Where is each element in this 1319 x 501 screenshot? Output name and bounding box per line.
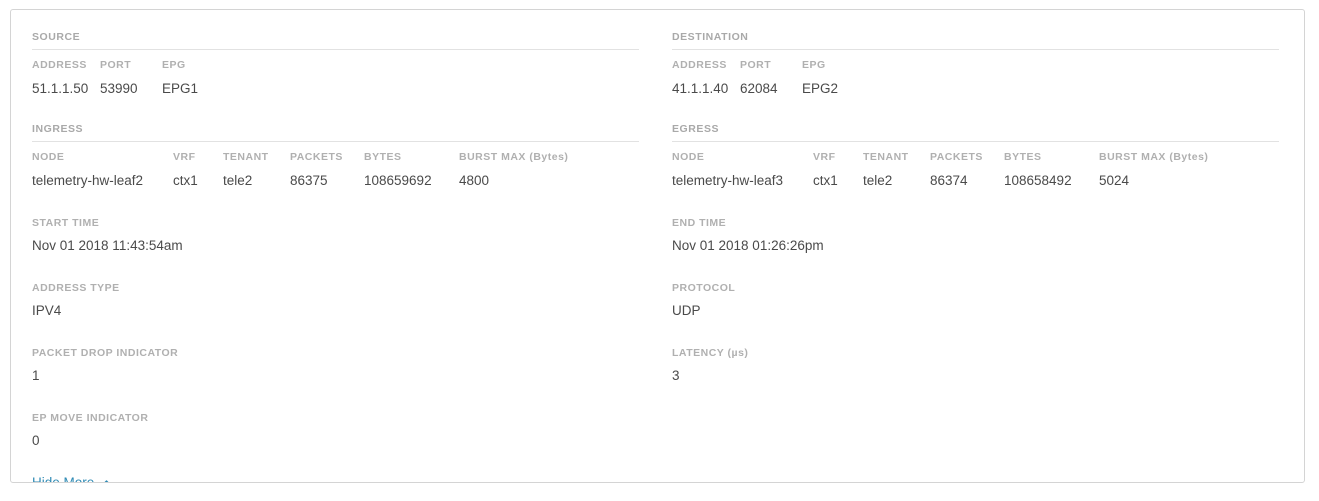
detail-fields-left: START TIME Nov 01 2018 11:43:54am ADDRES… (32, 188, 639, 448)
egress-col-burst-max: BURST MAX (Bytes) (1099, 151, 1209, 163)
egress-section: EGRESS (672, 123, 1279, 142)
destination-table-header-row: ADDRESS PORT EPG (672, 59, 1279, 81)
node-row: INGRESS NODE VRF TENANT PACKETS BYTES BU… (32, 123, 1294, 188)
egress-col-tenant: TENANT (863, 151, 909, 163)
hide-more-toggle[interactable]: Hide More (32, 475, 112, 483)
destination-col-epg: EPG (802, 59, 826, 71)
source-value-address: 51.1.1.50 (32, 81, 89, 96)
field-protocol-label: PROTOCOL (672, 282, 736, 294)
egress-col-vrf: VRF (813, 151, 836, 163)
egress-section-title: EGRESS (672, 123, 720, 135)
egress-value-tenant: tele2 (863, 173, 893, 188)
egress-table-header-row: NODE VRF TENANT PACKETS BYTES BURST MAX … (672, 151, 1279, 173)
field-packet-drop-indicator: PACKET DROP INDICATOR 1 (32, 347, 639, 383)
destination-col-address: ADDRESS (672, 59, 727, 71)
panel-content: SOURCE ADDRESS PORT EPG 51.1.1.50 53990 … (32, 10, 1294, 482)
field-packet-drop-indicator-value: 1 (32, 368, 40, 383)
destination-value-epg: EPG2 (802, 81, 839, 96)
address-row: SOURCE ADDRESS PORT EPG 51.1.1.50 53990 … (32, 31, 1294, 96)
ingress-column: INGRESS NODE VRF TENANT PACKETS BYTES BU… (32, 123, 639, 188)
ingress-value-packets: 86375 (290, 173, 328, 188)
field-address-type-value: IPV4 (32, 303, 62, 318)
destination-col-port: PORT (740, 59, 772, 71)
source-value-epg: EPG1 (162, 81, 199, 96)
source-col-port: PORT (100, 59, 132, 71)
field-start-time: START TIME Nov 01 2018 11:43:54am (32, 217, 639, 253)
ingress-section: INGRESS (32, 123, 639, 142)
destination-section-title: DESTINATION (672, 31, 749, 43)
flow-detail-panel: SOURCE ADDRESS PORT EPG 51.1.1.50 53990 … (10, 9, 1305, 483)
field-end-time-value: Nov 01 2018 01:26:26pm (672, 238, 824, 253)
field-latency: LATENCY (µs) 3 (672, 347, 1279, 383)
field-ep-move-indicator-label: EP MOVE INDICATOR (32, 412, 149, 424)
source-table: ADDRESS PORT EPG 51.1.1.50 53990 EPG1 (32, 59, 639, 96)
field-latency-value: 3 (672, 368, 680, 383)
field-end-time: END TIME Nov 01 2018 01:26:26pm (672, 217, 1279, 253)
source-column: SOURCE ADDRESS PORT EPG 51.1.1.50 53990 … (32, 31, 639, 96)
source-col-address: ADDRESS (32, 59, 87, 71)
egress-col-node: NODE (672, 151, 705, 163)
source-section-title: SOURCE (32, 31, 81, 43)
source-col-epg: EPG (162, 59, 186, 71)
egress-value-vrf: ctx1 (813, 173, 838, 188)
field-ep-move-indicator-value: 0 (32, 433, 40, 448)
field-start-time-label: START TIME (32, 217, 100, 229)
destination-value-address: 41.1.1.40 (672, 81, 729, 96)
egress-section-divider (672, 141, 1279, 142)
field-packet-drop-indicator-label: PACKET DROP INDICATOR (32, 347, 179, 359)
field-address-type: ADDRESS TYPE IPV4 (32, 282, 639, 318)
hide-more-label: Hide More (32, 475, 95, 483)
field-ep-move-indicator: EP MOVE INDICATOR 0 (32, 412, 639, 448)
ingress-col-node: NODE (32, 151, 65, 163)
destination-table: ADDRESS PORT EPG 41.1.1.40 62084 EPG2 (672, 59, 1279, 96)
ingress-col-packets: PACKETS (290, 151, 343, 163)
source-table-header-row: ADDRESS PORT EPG (32, 59, 639, 81)
ingress-value-burst-max: 4800 (459, 173, 490, 188)
source-section: SOURCE (32, 31, 639, 50)
ingress-value-bytes: 108659692 (364, 173, 432, 188)
egress-table: NODE VRF TENANT PACKETS BYTES BURST MAX … (672, 151, 1279, 188)
ingress-col-bytes: BYTES (364, 151, 402, 163)
chevron-up-icon (101, 478, 112, 482)
field-latency-label: LATENCY (µs) (672, 347, 749, 359)
table-row: 51.1.1.50 53990 EPG1 (32, 81, 639, 96)
ingress-value-node: telemetry-hw-leaf2 (32, 173, 144, 188)
ingress-table-header-row: NODE VRF TENANT PACKETS BYTES BURST MAX … (32, 151, 639, 173)
table-row: telemetry-hw-leaf2 ctx1 tele2 86375 1086… (32, 173, 639, 188)
egress-value-burst-max: 5024 (1099, 173, 1130, 188)
ingress-section-divider (32, 141, 639, 142)
destination-section-divider (672, 49, 1279, 50)
detail-fields-right: END TIME Nov 01 2018 01:26:26pm PROTOCOL… (672, 188, 1279, 383)
egress-col-bytes: BYTES (1004, 151, 1042, 163)
destination-column: DESTINATION ADDRESS PORT EPG 41.1.1.40 6… (672, 31, 1279, 96)
detail-fields: START TIME Nov 01 2018 11:43:54am ADDRES… (32, 188, 1294, 448)
egress-column: EGRESS NODE VRF TENANT PACKETS BYTES BUR… (672, 123, 1279, 188)
egress-value-packets: 86374 (930, 173, 968, 188)
table-row: telemetry-hw-leaf3 ctx1 tele2 86374 1086… (672, 173, 1279, 188)
field-start-time-value: Nov 01 2018 11:43:54am (32, 238, 183, 253)
egress-value-node: telemetry-hw-leaf3 (672, 173, 784, 188)
destination-section: DESTINATION (672, 31, 1279, 50)
ingress-col-tenant: TENANT (223, 151, 269, 163)
table-row: 41.1.1.40 62084 EPG2 (672, 81, 1279, 96)
egress-col-packets: PACKETS (930, 151, 983, 163)
ingress-col-burst-max: BURST MAX (Bytes) (459, 151, 569, 163)
ingress-value-vrf: ctx1 (173, 173, 198, 188)
ingress-value-tenant: tele2 (223, 173, 253, 188)
ingress-col-vrf: VRF (173, 151, 196, 163)
egress-value-bytes: 108658492 (1004, 173, 1072, 188)
ingress-section-title: INGRESS (32, 123, 84, 135)
field-address-type-label: ADDRESS TYPE (32, 282, 120, 294)
source-value-port: 53990 (100, 81, 138, 96)
field-protocol: PROTOCOL UDP (672, 282, 1279, 318)
ingress-table: NODE VRF TENANT PACKETS BYTES BURST MAX … (32, 151, 639, 188)
field-end-time-label: END TIME (672, 217, 727, 229)
source-section-divider (32, 49, 639, 50)
field-protocol-value: UDP (672, 303, 701, 318)
destination-value-port: 62084 (740, 81, 778, 96)
